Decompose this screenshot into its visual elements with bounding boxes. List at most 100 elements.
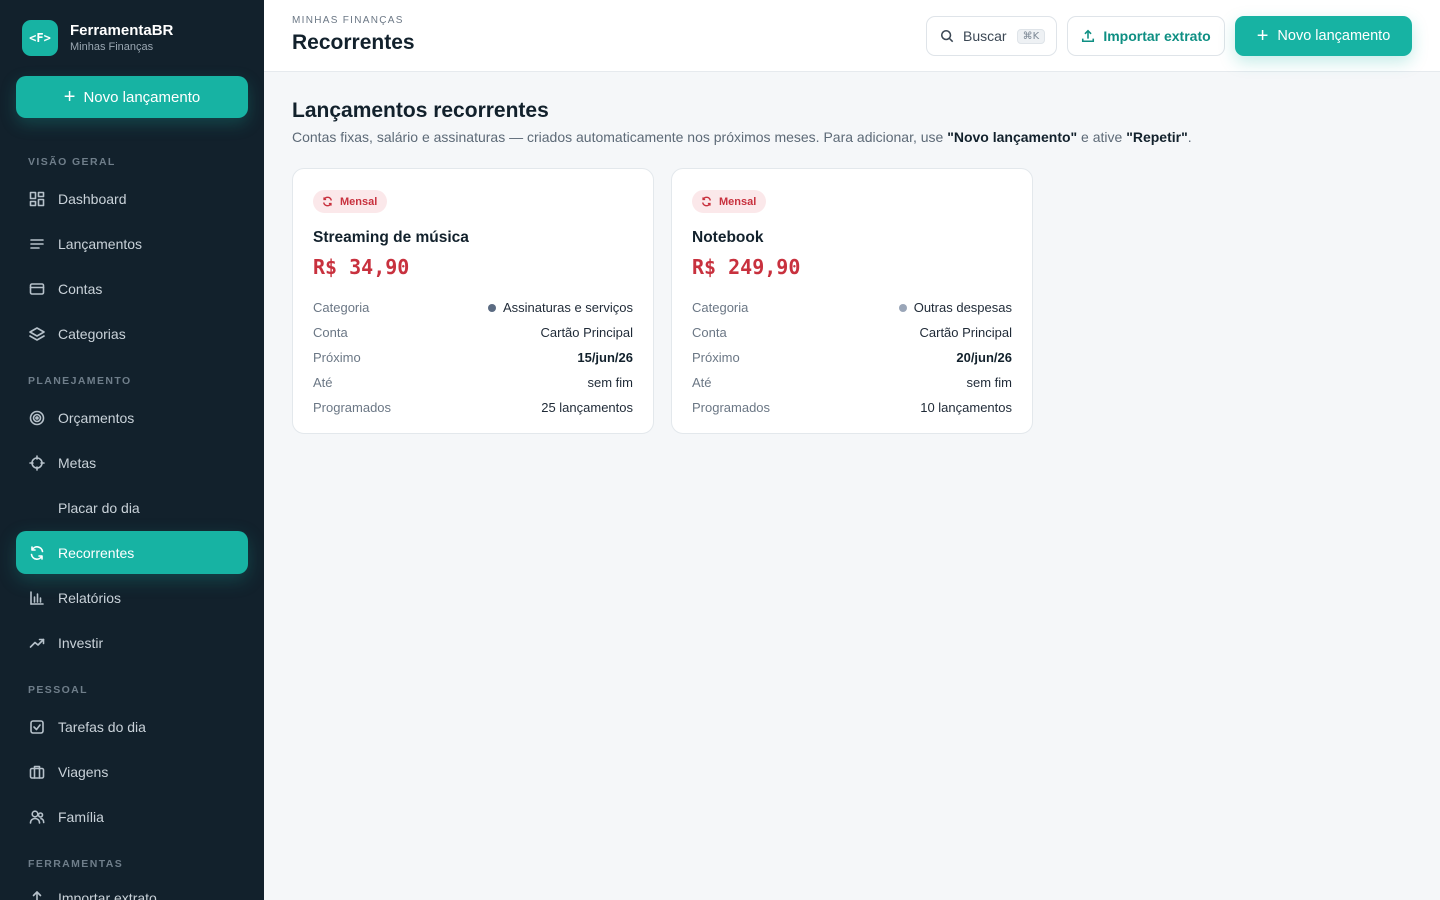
recurring-amount: R$ 34,90 (313, 255, 410, 279)
sidebar-item-label: Investir (58, 634, 104, 651)
recurring-card[interactable]: Mensal Notebook R$ 249,90 Categoria Outr… (671, 168, 1033, 434)
description-highlight-repeat: "Repetir" (1126, 129, 1188, 145)
sidebar-item-label: Categorias (58, 325, 126, 342)
detail-row-categoria: Categoria Outras despesas (692, 295, 1012, 320)
sidebar-item-label: Importar extrato (58, 889, 157, 900)
detail-key: Até (692, 375, 712, 390)
app-subtitle: Minhas Finanças (70, 41, 154, 53)
detail-value: 25 lançamentos (541, 400, 633, 415)
frequency-label: Mensal (340, 195, 378, 208)
app-name: FerramentaBR (70, 22, 174, 39)
list-icon (28, 235, 46, 253)
sidebar-item-tarefas-do-dia[interactable]: Tarefas do dia (16, 705, 248, 748)
sidebar-item-familia[interactable]: Família (16, 795, 248, 838)
detail-key: Próximo (313, 350, 361, 365)
section-label-ferramentas: FERRAMENTAS (28, 858, 124, 870)
sidebar-item-categorias[interactable]: Categorias (16, 312, 248, 355)
sidebar-item-lancamentos[interactable]: Lançamentos (16, 222, 248, 265)
detail-row-proximo: Próximo 15/jun/26 (313, 345, 633, 370)
sidebar-item-contas[interactable]: Contas (16, 267, 248, 310)
search-button[interactable]: Buscar ⌘K (926, 16, 1057, 56)
plus-icon: + (63, 86, 76, 108)
detail-key: Programados (692, 400, 771, 415)
description-text: Contas fixas, salário e assinaturas — cr… (292, 129, 948, 145)
bar-chart-icon (28, 589, 46, 607)
section-title: Lançamentos recorrentes (292, 99, 549, 122)
detail-row-categoria: Categoria Assinaturas e serviços (313, 295, 633, 320)
detail-value: Cartão Principal (540, 325, 634, 340)
sidebar-item-dashboard[interactable]: Dashboard (16, 177, 248, 220)
detail-key: Conta (313, 325, 348, 340)
detail-key: Próximo (692, 350, 740, 365)
description-text: e ative (1077, 129, 1127, 145)
detail-row-ate: Até sem fim (692, 370, 1012, 395)
detail-value: 20/jun/26 (956, 350, 1012, 365)
sidebar-item-label: Relatórios (58, 589, 122, 606)
recurring-name: Notebook (692, 229, 764, 246)
breadcrumb[interactable]: MINHAS FINANÇAS (292, 15, 404, 26)
detail-row-conta: Conta Cartão Principal (313, 320, 633, 345)
sidebar-item-label: Placar do dia (58, 499, 140, 516)
sidebar-item-label: Lançamentos (58, 235, 143, 252)
crosshair-icon (28, 454, 46, 472)
detail-value: Outras despesas (898, 300, 1012, 315)
card-icon (28, 280, 46, 298)
import-statement-label: Importar extrato (1103, 28, 1211, 44)
detail-key: Categoria (692, 300, 749, 315)
sidebar-new-entry-label: Novo lançamento (83, 88, 201, 106)
detail-key: Até (313, 375, 333, 390)
target-icon (28, 409, 46, 427)
sidebar-item-viagens[interactable]: Viagens (16, 750, 248, 793)
refresh-icon (28, 544, 46, 562)
section-label-visao-geral: VISÃO GERAL (28, 156, 116, 168)
frequency-label: Mensal (719, 195, 757, 208)
detail-value: 10 lançamentos (920, 400, 1012, 415)
sidebar-item-recorrentes[interactable]: Recorrentes (16, 531, 248, 574)
frequency-badge: Mensal (313, 190, 388, 213)
detail-row-proximo: Próximo 20/jun/26 (692, 345, 1012, 370)
sidebar-item-label: Dashboard (58, 190, 127, 207)
recurring-amount: R$ 249,90 (692, 255, 801, 279)
category-color-dot (487, 303, 496, 312)
sidebar-new-entry-button[interactable]: + Novo lançamento (16, 76, 248, 118)
new-entry-label: Novo lançamento (1277, 28, 1391, 44)
description-text: . (1187, 129, 1192, 145)
section-label-planejamento: PLANEJAMENTO (28, 375, 132, 387)
detail-row-programados: Programados 10 lançamentos (692, 395, 1012, 420)
sidebar-item-label: Tarefas do dia (58, 718, 146, 735)
detail-key: Programados (313, 400, 392, 415)
refresh-icon (323, 196, 332, 207)
search-icon (940, 29, 954, 43)
sidebar-item-orcamentos[interactable]: Orçamentos (16, 396, 248, 439)
brand[interactable]: <F> FerramentaBR Minhas Finanças (22, 20, 173, 56)
sidebar-item-placar-do-dia[interactable]: Placar do dia (16, 486, 248, 529)
plus-icon: + (1256, 25, 1269, 47)
category-name: Assinaturas e serviços (502, 300, 633, 315)
recurring-card[interactable]: Mensal Streaming de música R$ 34,90 Cate… (292, 168, 654, 434)
blank-icon (28, 499, 46, 517)
detail-row-ate: Até sem fim (313, 370, 633, 395)
detail-value: sem fim (966, 375, 1013, 390)
category-name: Outras despesas (913, 300, 1012, 315)
category-color-dot (898, 303, 907, 312)
sidebar-item-investir[interactable]: Investir (16, 621, 248, 664)
import-statement-button[interactable]: Importar extrato (1067, 16, 1225, 56)
sidebar-item-metas[interactable]: Metas (16, 441, 248, 484)
layers-icon (28, 325, 46, 343)
app-logo: <F> (22, 20, 58, 56)
recurring-name: Streaming de música (313, 229, 469, 246)
sidebar-item-importar-extrato[interactable]: Importar extrato (16, 876, 248, 900)
upload-icon (28, 889, 46, 900)
detail-key: Categoria (313, 300, 370, 315)
suitcase-icon (28, 763, 46, 781)
sidebar-item-label: Viagens (58, 763, 109, 780)
sidebar-item-relatorios[interactable]: Relatórios (16, 576, 248, 619)
section-label-pessoal: PESSOAL (28, 684, 88, 696)
trending-up-icon (28, 634, 46, 652)
new-entry-button[interactable]: + Novo lançamento (1235, 16, 1412, 56)
detail-row-conta: Conta Cartão Principal (692, 320, 1012, 345)
detail-value: Assinaturas e serviços (487, 300, 633, 315)
frequency-badge: Mensal (692, 190, 767, 213)
detail-key: Conta (692, 325, 727, 340)
grid-icon (28, 190, 46, 208)
